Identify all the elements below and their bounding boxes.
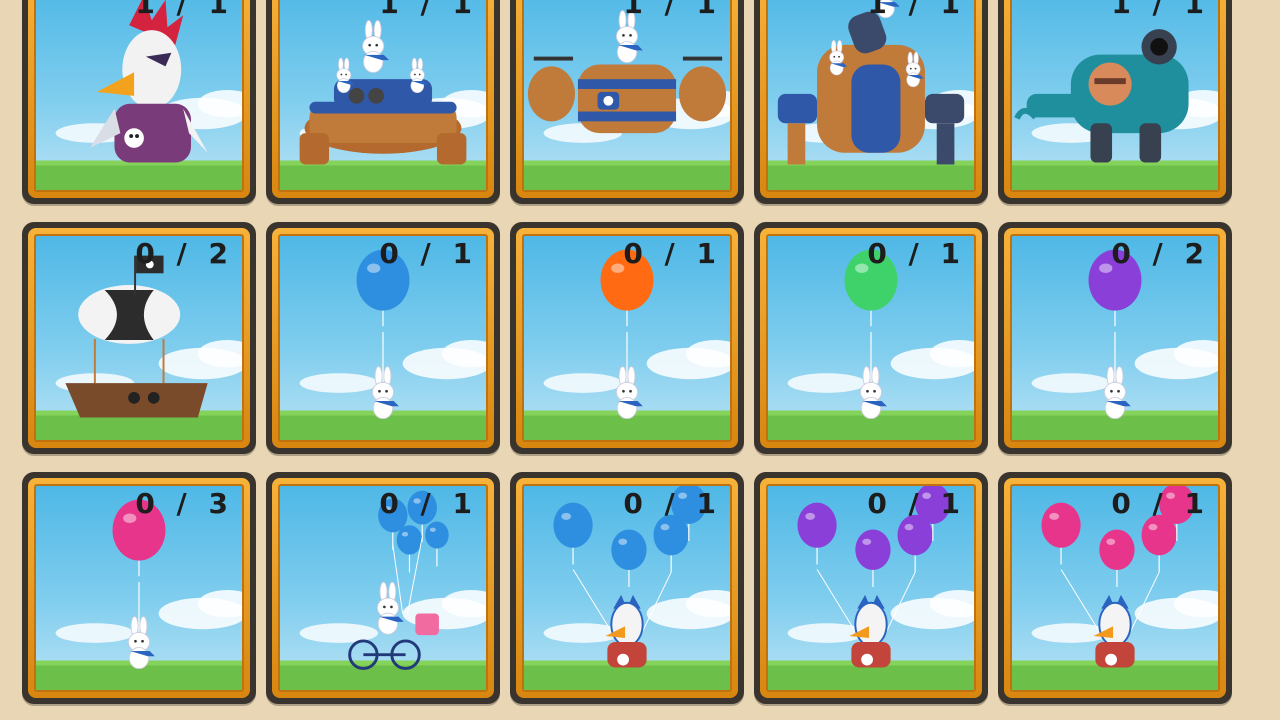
unit-count: 1 / 1 bbox=[867, 0, 966, 20]
unit-card-cannon-walker[interactable]: 1 / 1 bbox=[754, 0, 988, 204]
card-scene: 1 / 1 bbox=[1010, 0, 1220, 192]
unit-card-pink-balloons-bird[interactable]: 0 / 1 bbox=[998, 472, 1232, 704]
unit-count: 0 / 1 bbox=[379, 487, 478, 520]
unit-count: 0 / 3 bbox=[135, 487, 234, 520]
card-scene: 0 / 1 bbox=[522, 234, 732, 442]
card-scene: 1 / 1 bbox=[766, 0, 976, 192]
card-scene: 0 / 3 bbox=[34, 484, 244, 692]
card-frame: 1 / 1 bbox=[28, 0, 250, 198]
unit-card-bunny-tank[interactable]: 1 / 1 bbox=[266, 0, 500, 204]
unit-count: 0 / 1 bbox=[867, 237, 966, 270]
card-scene: 1 / 1 bbox=[522, 0, 732, 192]
unit-card-teal-mech[interactable]: 1 / 1 bbox=[998, 0, 1232, 204]
unit-card-bike-balloon-bunny[interactable]: 0 / 1 bbox=[266, 472, 500, 704]
unit-card-purple-balloons-bird[interactable]: 0 / 1 bbox=[754, 472, 988, 704]
unit-card-pirate-airship[interactable]: 0 / 2 bbox=[22, 222, 256, 454]
card-frame: 1 / 1 bbox=[1004, 0, 1226, 198]
teal-mech-illustration bbox=[1012, 29, 1218, 190]
card-scene: 0 / 1 bbox=[1010, 484, 1220, 692]
card-scene: 1 / 1 bbox=[34, 0, 244, 192]
unit-card-rooster-bandit[interactable]: 1 / 1 bbox=[22, 0, 256, 204]
unit-card-barrel-drone[interactable]: 1 / 1 bbox=[510, 0, 744, 204]
card-scene: 0 / 1 bbox=[522, 484, 732, 692]
card-frame: 0 / 1 bbox=[516, 478, 738, 698]
unit-count: 1 / 1 bbox=[1111, 0, 1210, 20]
card-frame: 0 / 1 bbox=[760, 478, 982, 698]
unit-count: 0 / 1 bbox=[623, 237, 722, 270]
unit-count: 0 / 2 bbox=[1111, 237, 1210, 270]
unit-card-green-balloon-bunny[interactable]: 0 / 1 bbox=[754, 222, 988, 454]
unit-card-purple-balloon-bunny[interactable]: 0 / 2 bbox=[998, 222, 1232, 454]
card-scene: 0 / 1 bbox=[766, 484, 976, 692]
card-scene: 0 / 1 bbox=[278, 234, 488, 442]
unit-count: 0 / 1 bbox=[867, 487, 966, 520]
card-frame: 1 / 1 bbox=[516, 0, 738, 198]
unit-card-pink-balloon-bunny[interactable]: 0 / 3 bbox=[22, 472, 256, 704]
unit-count: 1 / 1 bbox=[623, 0, 722, 20]
unit-count: 1 / 1 bbox=[379, 0, 478, 20]
bunny-tank-illustration bbox=[280, 19, 486, 190]
card-frame: 0 / 1 bbox=[1004, 478, 1226, 698]
unit-count: 0 / 1 bbox=[379, 237, 478, 270]
card-frame: 0 / 3 bbox=[28, 478, 250, 698]
unit-card-orange-balloon-bunny[interactable]: 0 / 1 bbox=[510, 222, 744, 454]
card-frame: 0 / 2 bbox=[1004, 228, 1226, 448]
unit-count: 0 / 1 bbox=[1111, 487, 1210, 520]
unit-card-blue-balloon-bunny[interactable]: 0 / 1 bbox=[266, 222, 500, 454]
unit-count: 0 / 2 bbox=[135, 237, 234, 270]
card-frame: 0 / 1 bbox=[272, 228, 494, 448]
card-frame: 1 / 1 bbox=[272, 0, 494, 198]
unit-count: 0 / 1 bbox=[623, 487, 722, 520]
card-frame: 0 / 1 bbox=[516, 228, 738, 448]
unit-collection-grid: 1 / 1 1 / 1 1 / 1 1 / 1 1 / 1 0 / 2 0 / 1 0 / 1… bbox=[0, 0, 1280, 720]
card-scene: 1 / 1 bbox=[278, 0, 488, 192]
unit-card-blue-balloons-bird[interactable]: 0 / 1 bbox=[510, 472, 744, 704]
card-scene: 0 / 2 bbox=[1010, 234, 1220, 442]
card-frame: 0 / 1 bbox=[272, 478, 494, 698]
card-frame: 0 / 2 bbox=[28, 228, 250, 448]
rooster-bandit-illustration bbox=[36, 0, 242, 190]
card-frame: 1 / 1 bbox=[760, 0, 982, 198]
cannon-walker-illustration bbox=[768, 0, 974, 190]
card-frame: 0 / 1 bbox=[760, 228, 982, 448]
card-scene: 0 / 1 bbox=[766, 234, 976, 442]
unit-count: 1 / 1 bbox=[135, 0, 234, 20]
card-scene: 0 / 2 bbox=[34, 234, 244, 442]
barrel-drone-illustration bbox=[524, 10, 730, 190]
card-scene: 0 / 1 bbox=[278, 484, 488, 692]
